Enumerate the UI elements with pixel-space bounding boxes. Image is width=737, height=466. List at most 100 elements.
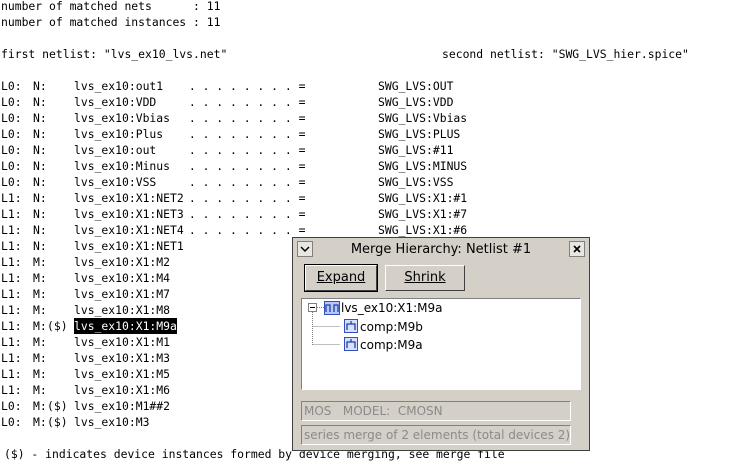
row-type: M: [33, 399, 47, 413]
row-type: N: [33, 143, 47, 157]
row-match-name: SWG_LVS:PLUS [378, 127, 461, 141]
row-dots: . . . . . . . . = [182, 159, 306, 173]
row-type: M: [33, 271, 47, 285]
row-instance-name: lvs_ex10:X1:NET3 [74, 207, 184, 221]
row-instance-name: lvs_ex10:X1:M2 [74, 255, 171, 269]
second-netlist: second netlist: "SWG_LVS_hier.spice" [442, 47, 689, 61]
row-type: N: [33, 127, 47, 141]
row-type: M: [33, 255, 47, 269]
row-level: L1: [1, 287, 22, 301]
row-level: L0: [1, 111, 22, 125]
row-dots: . . . . . . . . = [182, 191, 306, 205]
row-instance-name: lvs_ex10:Vbias [74, 111, 171, 125]
shrink-label: Shrink [404, 270, 446, 285]
model-info-field: MOS MODEL: CMOSN [301, 401, 571, 421]
row-type: M: [33, 383, 47, 397]
row-type: N: [33, 191, 47, 205]
row-type: N: [33, 207, 47, 221]
expand-button[interactable]: Expand [304, 264, 378, 292]
row-dots: . . . . . . . . = [182, 111, 306, 125]
row-type: M: [33, 335, 47, 349]
row-instance-name: lvs_ex10:X1:M5 [74, 367, 171, 381]
row-dots: . . . . . . . . = [182, 175, 306, 189]
row-instance-name: lvs_ex10:X1:M9a [74, 318, 177, 334]
row-type: M: [33, 303, 47, 317]
row-level: L0: [1, 79, 22, 93]
row-instance-name: lvs_ex10:X1:NET4 [74, 223, 184, 237]
row-match-name: SWG_LVS:X1:#1 [378, 191, 468, 205]
row-type: N: [33, 79, 47, 93]
merge-marker: ($) [47, 415, 68, 429]
row-dots: . . . . . . . . = [182, 95, 306, 109]
tree-child-node[interactable]: comp:M9b [360, 320, 423, 334]
row-level: L1: [1, 207, 22, 221]
row-instance-name: lvs_ex10:Plus [74, 127, 164, 141]
row-type: M: [33, 415, 47, 429]
row-instance-name: lvs_ex10:M3 [74, 415, 150, 429]
row-type: M: [33, 367, 47, 381]
row-instance-name: lvs_ex10:out1 [74, 79, 164, 93]
row-type: M: [33, 319, 47, 333]
row-instance-name: lvs_ex10:out [74, 143, 157, 157]
row-level: L1: [1, 239, 22, 253]
row-level: L0: [1, 127, 22, 141]
row-type: N: [33, 223, 47, 237]
row-level: L1: [1, 303, 22, 317]
summary-instances: number of matched instances : 11 [1, 15, 221, 29]
row-level: L1: [1, 319, 22, 333]
row-instance-name: lvs_ex10:X1:M7 [74, 287, 171, 301]
merge-info-field: series merge of 2 elements (total device… [301, 425, 571, 445]
summary-nets: number of matched nets : 11 [1, 0, 221, 13]
mos-device-icon [344, 337, 358, 351]
row-match-name: SWG_LVS:VDD [378, 95, 454, 109]
row-level: L0: [1, 415, 22, 429]
merge-marker: ($) [47, 319, 68, 333]
merge-marker: ($) [47, 399, 68, 413]
row-match-name: SWG_LVS:OUT [378, 79, 454, 93]
row-type: M: [33, 351, 47, 365]
row-instance-name: lvs_ex10:X1:M1 [74, 335, 171, 349]
row-level: L1: [1, 223, 22, 237]
row-type: N: [33, 95, 47, 109]
close-icon[interactable] [569, 241, 585, 257]
row-instance-name: lvs_ex10:VDD [74, 95, 157, 109]
first-netlist: first netlist: "lvs_ex10_lvs.net" [1, 47, 228, 61]
row-match-name: SWG_LVS:MINUS [378, 159, 468, 173]
row-level: L1: [1, 255, 22, 269]
row-instance-name: lvs_ex10:M1##2 [74, 399, 171, 413]
row-dots: . . . . . . . . = [182, 143, 306, 157]
row-type: N: [33, 159, 47, 173]
row-match-name: SWG_LVS:VSS [378, 175, 454, 189]
row-level: L0: [1, 143, 22, 157]
row-match-name: SWG_LVS:X1:#6 [378, 223, 468, 237]
dialog-titlebar: Merge Hierarchy: Netlist #1 [295, 240, 587, 260]
row-level: L1: [1, 351, 22, 365]
row-instance-name: lvs_ex10:X1:M3 [74, 351, 171, 365]
row-level: L1: [1, 335, 22, 349]
merge-hierarchy-dialog: Merge Hierarchy: Netlist #1 Expand Shrin… [292, 237, 590, 451]
row-dots: . . . . . . . . = [182, 79, 306, 93]
hierarchy-tree[interactable]: lvs_ex10:X1:M9a comp:M9b comp:M9a [301, 298, 581, 390]
row-type: N: [33, 111, 47, 125]
dialog-title: Merge Hierarchy: Netlist #1 [350, 242, 532, 257]
row-instance-name: lvs_ex10:X1:M6 [74, 383, 171, 397]
row-instance-name: lvs_ex10:Minus [74, 159, 171, 173]
row-dots: . . . . . . . . = [182, 207, 306, 221]
window-menu-icon[interactable] [297, 241, 313, 257]
row-instance-name: lvs_ex10:VSS [74, 175, 157, 189]
row-type: N: [33, 175, 47, 189]
row-type: M: [33, 287, 47, 301]
expand-label: Expand [316, 270, 366, 285]
shrink-button[interactable]: Shrink [385, 265, 465, 291]
row-level: L1: [1, 367, 22, 381]
tree-root-node[interactable]: lvs_ex10:X1:M9a [341, 301, 443, 315]
row-dots: . . . . . . . . = [182, 223, 306, 237]
row-level: L1: [1, 191, 22, 205]
row-type: N: [33, 239, 47, 253]
row-instance-name: lvs_ex10:X1:NET2 [74, 191, 184, 205]
mos-group-icon [324, 301, 340, 315]
tree-child-node[interactable]: comp:M9a [360, 338, 423, 352]
row-level: L1: [1, 383, 22, 397]
row-level: L0: [1, 175, 22, 189]
row-level: L0: [1, 95, 22, 109]
